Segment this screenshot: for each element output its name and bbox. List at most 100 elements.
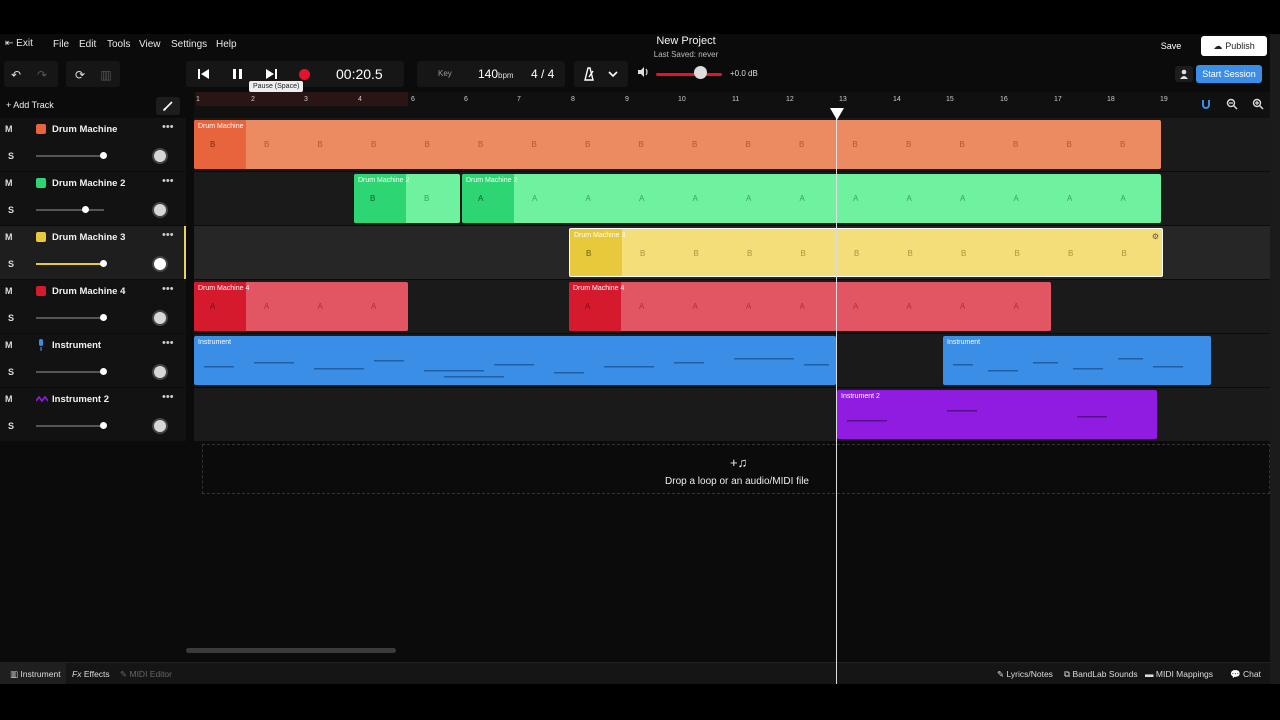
more-icon[interactable]: ••• xyxy=(162,283,174,295)
save-button[interactable]: Save xyxy=(1150,36,1192,55)
bandlab-sounds-button[interactable]: ⧉ BandLab Sounds xyxy=(1064,669,1138,680)
project-title[interactable]: New Project xyxy=(600,35,772,47)
solo-button[interactable]: S xyxy=(8,313,14,323)
more-icon[interactable]: ••• xyxy=(162,121,174,133)
volume-fader-knob[interactable] xyxy=(99,152,107,159)
track-lane[interactable]: Drum Machine 2 B B Drum Machine 2 A A A A A… xyxy=(194,172,1270,225)
mute-button[interactable]: M xyxy=(5,124,13,134)
pan-knob[interactable] xyxy=(152,310,168,326)
edit-tool-button[interactable] xyxy=(156,97,180,115)
track-name[interactable]: Instrument xyxy=(52,340,101,351)
zoom-out-icon[interactable] xyxy=(1224,98,1240,114)
mute-button[interactable]: M xyxy=(5,232,13,242)
mute-button[interactable]: M xyxy=(5,340,13,350)
redo-icon[interactable]: ↷ xyxy=(33,68,51,82)
collaborators-icon[interactable] xyxy=(1175,66,1193,82)
exit-button[interactable]: ⇤ Exit xyxy=(5,38,33,49)
playhead[interactable] xyxy=(836,110,837,684)
solo-button[interactable]: S xyxy=(8,151,14,161)
track-name[interactable]: Drum Machine xyxy=(52,124,117,135)
midi-mappings-button[interactable]: ▬ MIDI Mappings xyxy=(1145,669,1213,679)
track-name[interactable]: Drum Machine 4 xyxy=(52,286,125,297)
pan-knob[interactable] xyxy=(152,364,168,380)
master-volume-slider[interactable] xyxy=(656,73,722,76)
undo-icon[interactable]: ↶ xyxy=(7,68,25,82)
track-header[interactable]: M S Drum Machine 4 ••• xyxy=(0,280,186,333)
tab-instrument[interactable]: ▥ Instrument xyxy=(10,669,61,680)
solo-button[interactable]: S xyxy=(8,259,14,269)
volume-fader-knob[interactable] xyxy=(81,206,89,213)
mute-button[interactable]: M xyxy=(5,286,13,296)
time-signature[interactable]: 4 / 4 xyxy=(531,67,554,81)
volume-fader[interactable] xyxy=(36,263,104,265)
volume-fader[interactable] xyxy=(36,371,104,373)
clip[interactable]: Drum Machine 2 B B xyxy=(354,174,460,223)
track-header[interactable]: M S Instrument ••• xyxy=(0,334,186,387)
clip[interactable]: Drum Machine 3 B ⚙ B B B B B B B B B B xyxy=(569,228,1163,277)
chat-button[interactable]: 💬 Chat xyxy=(1230,669,1261,680)
metronome-icon[interactable] xyxy=(582,67,596,81)
track-lane[interactable]: Drum Machine 3 B ⚙ B B B B B B B B B B xyxy=(194,226,1270,279)
clip[interactable]: Drum Machine 2 A A A A A A A A A A A A A xyxy=(462,174,1161,223)
track-lane[interactable]: Drum Machine 4 A A A A Drum Machine 4 A A A… xyxy=(194,280,1270,333)
loop-region[interactable] xyxy=(196,92,408,106)
track-name[interactable]: Drum Machine 3 xyxy=(52,232,125,243)
track-header[interactable]: M S Drum Machine ••• xyxy=(0,118,186,171)
volume-fader-knob[interactable] xyxy=(99,368,107,375)
chevron-down-icon[interactable] xyxy=(608,70,618,78)
playhead-marker[interactable] xyxy=(830,108,844,120)
volume-icon[interactable] xyxy=(637,66,649,78)
pause-icon[interactable] xyxy=(230,66,246,82)
track-lane[interactable]: Instrument Instrument xyxy=(194,334,1270,387)
volume-fader[interactable] xyxy=(36,155,104,157)
pan-knob[interactable] xyxy=(152,202,168,218)
volume-fader-knob[interactable] xyxy=(99,422,107,429)
split-icon[interactable]: ▥ xyxy=(97,68,115,82)
loop-icon[interactable]: ⟳ xyxy=(71,68,89,82)
pan-knob[interactable] xyxy=(152,256,168,272)
horizontal-scrollbar[interactable] xyxy=(186,648,396,653)
more-icon[interactable]: ••• xyxy=(162,337,174,349)
publish-button[interactable]: ☁ Publish xyxy=(1201,36,1267,56)
volume-fader-knob[interactable] xyxy=(99,314,107,321)
volume-fader[interactable] xyxy=(36,425,104,427)
menu-settings[interactable]: Settings xyxy=(171,39,207,50)
mute-button[interactable]: M xyxy=(5,178,13,188)
track-header[interactable]: M S Drum Machine 3 ••• xyxy=(0,226,186,279)
loop-settings-icon[interactable]: ⚙ xyxy=(1152,232,1159,241)
lyrics-notes-button[interactable]: ✎ Lyrics/Notes xyxy=(997,669,1053,680)
more-icon[interactable]: ••• xyxy=(162,229,174,241)
start-session-button[interactable]: Start Session xyxy=(1196,65,1262,83)
clip[interactable]: Drum Machine 4 A A A A xyxy=(194,282,408,331)
menu-edit[interactable]: Edit xyxy=(79,39,96,50)
master-volume-knob[interactable] xyxy=(693,66,707,79)
skip-back-icon[interactable] xyxy=(196,66,212,82)
drop-zone[interactable]: +♫ Drop a loop or an audio/MIDI file xyxy=(202,444,1270,494)
record-button[interactable] xyxy=(299,69,310,80)
volume-fader-knob[interactable] xyxy=(99,260,107,267)
clip[interactable]: Drum Machine 4 A A A A A A A A A xyxy=(569,282,1051,331)
key-selector[interactable]: Key xyxy=(438,69,452,78)
more-icon[interactable]: ••• xyxy=(162,175,174,187)
zoom-in-icon[interactable] xyxy=(1250,98,1266,114)
track-name[interactable]: Drum Machine 2 xyxy=(52,178,125,189)
pan-knob[interactable] xyxy=(152,418,168,434)
bpm-display[interactable]: 140bpm xyxy=(478,67,514,81)
track-lane[interactable]: Drum Machine B B B B B B B B B B B B B B B B B B xyxy=(194,118,1270,171)
track-name[interactable]: Instrument 2 xyxy=(52,394,109,405)
volume-fader[interactable] xyxy=(36,317,104,319)
add-track-button[interactable]: + Add Track xyxy=(6,100,54,110)
mute-button[interactable]: M xyxy=(5,394,13,404)
pan-knob[interactable] xyxy=(152,148,168,164)
timeline-ruler[interactable]: 1 2 3 4 6 6 7 8 9 10 11 12 13 14 15 16 1… xyxy=(194,92,1270,120)
menu-tools[interactable]: Tools xyxy=(107,39,130,50)
menu-view[interactable]: View xyxy=(139,39,161,50)
track-header[interactable]: M S Instrument 2 ••• xyxy=(0,388,186,441)
menu-help[interactable]: Help xyxy=(216,39,237,50)
track-header[interactable]: M S Drum Machine 2 ••• xyxy=(0,172,186,225)
tab-midi-editor[interactable]: ✎ MIDI Editor xyxy=(120,669,172,680)
solo-button[interactable]: S xyxy=(8,367,14,377)
more-icon[interactable]: ••• xyxy=(162,391,174,403)
tab-effects[interactable]: Fx Effects xyxy=(72,669,110,679)
skip-forward-icon[interactable] xyxy=(263,66,279,82)
